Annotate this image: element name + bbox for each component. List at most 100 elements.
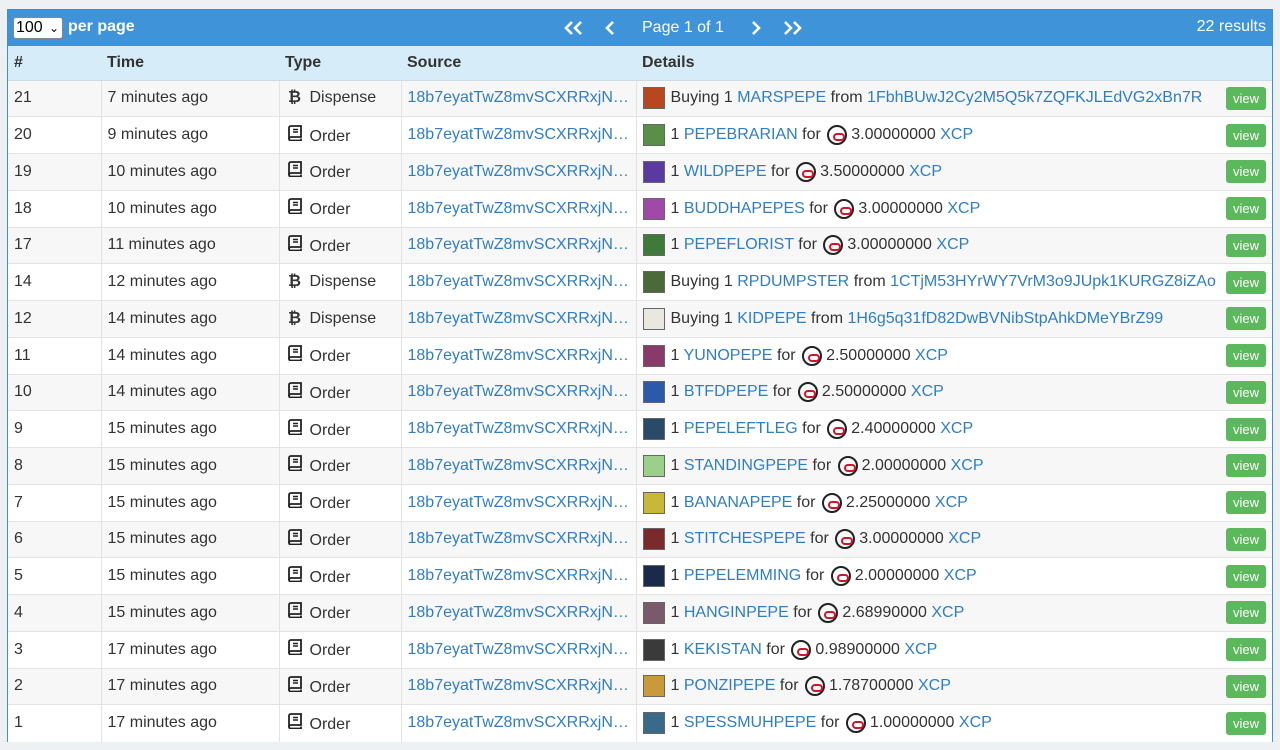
asset-thumbnail[interactable] (642, 528, 665, 551)
asset-thumbnail[interactable] (642, 344, 665, 367)
view-button[interactable]: view (1225, 123, 1266, 147)
view-button[interactable]: view (1225, 197, 1266, 221)
first-page-button[interactable] (556, 17, 592, 39)
asset-link[interactable]: PEPELEFTLEG (684, 420, 798, 437)
asset-thumbnail[interactable] (642, 712, 665, 735)
source-link[interactable]: 18b7eyatTwZ8mvSCXRRxjNj... (408, 310, 630, 328)
asset-link[interactable]: KEKISTAN (684, 641, 762, 658)
row-time: 15 minutes ago (101, 594, 280, 632)
asset-link[interactable]: RPDUMPSTER (737, 273, 849, 290)
asset-thumbnail[interactable] (642, 418, 665, 441)
source-link[interactable]: 18b7eyatTwZ8mvSCXRRxjNj... (408, 236, 630, 254)
unit-link[interactable]: XCP (936, 237, 969, 254)
source-link[interactable]: 18b7eyatTwZ8mvSCXRRxjNj... (408, 641, 630, 659)
asset-thumbnail[interactable] (642, 197, 665, 220)
next-page-button[interactable] (738, 17, 774, 39)
source-link[interactable]: 18b7eyatTwZ8mvSCXRRxjNj... (408, 347, 630, 365)
prev-page-button[interactable] (592, 17, 628, 39)
source-link[interactable]: 18b7eyatTwZ8mvSCXRRxjNj... (408, 200, 630, 218)
view-button[interactable]: view (1225, 86, 1266, 110)
asset-thumbnail[interactable] (642, 638, 665, 661)
asset-link[interactable]: BANANAPEPE (684, 494, 792, 511)
asset-link[interactable]: BTFDPEPE (684, 384, 768, 401)
view-button[interactable]: view (1225, 270, 1266, 294)
asset-thumbnail[interactable] (642, 381, 665, 404)
view-button[interactable]: view (1225, 307, 1266, 331)
asset-thumbnail[interactable] (642, 124, 665, 147)
asset-link[interactable]: MARSPEPE (737, 90, 826, 107)
last-page-button[interactable] (774, 17, 810, 39)
asset-link[interactable]: STITCHESPEPE (684, 531, 806, 548)
source-link[interactable]: 18b7eyatTwZ8mvSCXRRxjNj... (408, 126, 630, 144)
unit-link[interactable]: XCP (959, 715, 992, 732)
source-link[interactable]: 18b7eyatTwZ8mvSCXRRxjNj... (408, 494, 630, 512)
view-button[interactable]: view (1225, 417, 1266, 441)
book-icon (286, 161, 304, 182)
per-page-select[interactable]: 100 ⌄ (13, 17, 63, 39)
view-button[interactable]: view (1225, 674, 1266, 698)
unit-link[interactable]: XCP (918, 678, 951, 695)
source-link[interactable]: 18b7eyatTwZ8mvSCXRRxjNj... (408, 567, 630, 585)
unit-link[interactable]: XCP (909, 163, 942, 180)
view-button[interactable]: view (1225, 380, 1266, 404)
address-link[interactable]: 1CTjM53HYrWY7VrM3o9JUpk1KURGZ8iZAo (890, 273, 1216, 290)
asset-thumbnail[interactable] (642, 160, 665, 183)
source-link[interactable]: 18b7eyatTwZ8mvSCXRRxjNj... (408, 420, 630, 438)
unit-link[interactable]: XCP (940, 420, 973, 437)
asset-link[interactable]: PEPELEMMING (684, 567, 801, 584)
unit-link[interactable]: XCP (951, 457, 984, 474)
asset-link[interactable]: PEPEFLORIST (684, 237, 794, 254)
source-link[interactable]: 18b7eyatTwZ8mvSCXRRxjNj... (408, 530, 630, 548)
asset-thumbnail[interactable] (642, 454, 665, 477)
unit-link[interactable]: XCP (940, 126, 973, 143)
address-link[interactable]: 1H6g5q31fD82DwBVNibStpAhkDMeYBrZ99 (847, 310, 1163, 327)
unit-link[interactable]: XCP (911, 384, 944, 401)
asset-thumbnail[interactable] (642, 307, 665, 330)
asset-link[interactable]: PEPEBRARIAN (684, 126, 798, 143)
view-button[interactable]: view (1225, 454, 1266, 478)
unit-link[interactable]: XCP (947, 200, 980, 217)
view-button[interactable]: view (1225, 527, 1266, 551)
asset-thumbnail[interactable] (642, 601, 665, 624)
source-link[interactable]: 18b7eyatTwZ8mvSCXRRxjNj... (408, 383, 630, 401)
asset-link[interactable]: KIDPEPE (737, 310, 806, 327)
view-button[interactable]: view (1225, 491, 1266, 515)
view-button[interactable]: view (1225, 233, 1266, 257)
source-link[interactable]: 18b7eyatTwZ8mvSCXRRxjNj... (408, 677, 630, 695)
view-button[interactable]: view (1225, 344, 1266, 368)
per-page-label: per page (68, 18, 135, 35)
unit-link[interactable]: XCP (904, 641, 937, 658)
address-link[interactable]: 1FbhBUwJ2Cy2M5Q5k7ZQFKJLEdVG2xBn7R (867, 90, 1202, 107)
view-button[interactable]: view (1225, 160, 1266, 184)
asset-thumbnail[interactable] (642, 491, 665, 514)
source-link[interactable]: 18b7eyatTwZ8mvSCXRRxjNj... (408, 714, 630, 732)
asset-link[interactable]: YUNOPEPE (684, 347, 773, 364)
source-link[interactable]: 18b7eyatTwZ8mvSCXRRxjNj... (408, 89, 630, 107)
view-button[interactable]: view (1225, 711, 1266, 735)
asset-thumbnail[interactable] (642, 675, 665, 698)
asset-thumbnail[interactable] (642, 87, 665, 110)
asset-thumbnail[interactable] (642, 271, 665, 294)
view-button[interactable]: view (1225, 638, 1266, 662)
asset-link[interactable]: STANDINGPEPE (684, 457, 808, 474)
source-link[interactable]: 18b7eyatTwZ8mvSCXRRxjNj... (408, 273, 630, 291)
table-row: 2 17 minutes ago Order 18b7eyatTwZ8mvSCXRRx… (8, 667, 1272, 705)
view-button[interactable]: view (1225, 564, 1266, 588)
unit-link[interactable]: XCP (915, 347, 948, 364)
unit-link[interactable]: XCP (948, 531, 981, 548)
unit-link[interactable]: XCP (944, 567, 977, 584)
view-button[interactable]: view (1225, 601, 1266, 625)
asset-link[interactable]: PONZIPEPE (684, 678, 776, 695)
asset-thumbnail[interactable] (642, 234, 665, 257)
source-link[interactable]: 18b7eyatTwZ8mvSCXRRxjNj... (408, 604, 630, 622)
unit-link[interactable]: XCP (935, 494, 968, 511)
source-link[interactable]: 18b7eyatTwZ8mvSCXRRxjNj... (408, 457, 630, 475)
unit-link[interactable]: XCP (931, 604, 964, 621)
asset-link[interactable]: SPESSMUHPEPE (684, 715, 816, 732)
asset-link[interactable]: BUDDHAPEPES (684, 200, 805, 217)
asset-link[interactable]: WILDPEPE (684, 163, 767, 180)
xcp-token-icon (791, 639, 812, 660)
asset-thumbnail[interactable] (642, 565, 665, 588)
asset-link[interactable]: HANGINPEPE (684, 604, 789, 621)
source-link[interactable]: 18b7eyatTwZ8mvSCXRRxjNj... (408, 163, 630, 181)
